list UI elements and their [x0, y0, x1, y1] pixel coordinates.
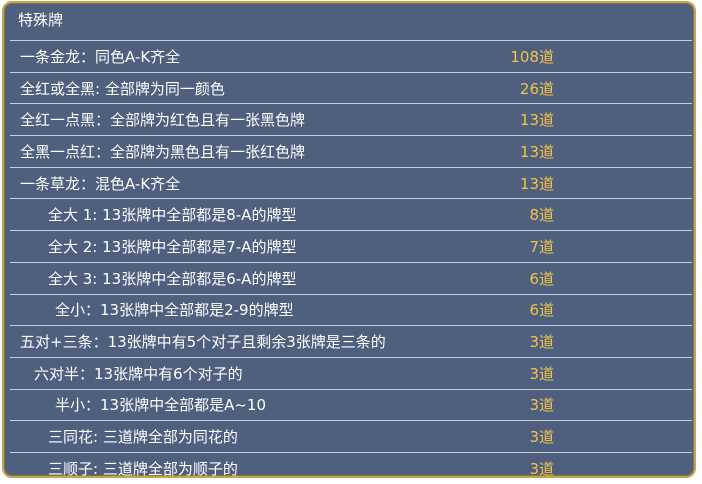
hand-value: 3道: [529, 396, 554, 415]
hand-value: 6道: [529, 269, 554, 288]
hand-value: 3道: [529, 364, 554, 383]
hand-description: 全红或全黑: 全部牌为同一颜色: [20, 79, 225, 98]
hand-description: 三顺子: 三道牌全部为顺子的: [48, 459, 238, 478]
hand-value: 13道: [519, 111, 554, 130]
list-item: 一条草龙：混色A-K齐全 13道: [10, 166, 692, 199]
list-item: 六对半：13张牌中有6个对子的 3道: [10, 356, 692, 389]
list-item: 全大 3: 13张牌中全部都是6-A的牌型 6道: [10, 261, 692, 294]
hand-value: 108道: [510, 47, 554, 66]
hand-value: 26道: [519, 79, 554, 98]
hand-value: 3道: [529, 459, 554, 478]
hand-description: 全黑一点红：全部牌为黑色且有一张红色牌: [20, 142, 306, 161]
hand-description: 全大 2: 13张牌中全部都是7-A的牌型: [48, 237, 297, 256]
list-item: 半小：13张牌中全部都是A~10 3道: [10, 388, 692, 421]
hand-description: 一条草龙：混色A-K齐全: [20, 174, 181, 193]
hand-description: 半小：13张牌中全部都是A~10: [55, 396, 267, 415]
list-item: 全大 2: 13张牌中全部都是7-A的牌型 7道: [10, 230, 692, 262]
hand-description: 全大 1: 13张牌中全部都是8-A的牌型: [48, 206, 297, 225]
hand-value: 3道: [529, 333, 554, 352]
list-item: 全黑一点红：全部牌为黑色且有一张红色牌 13道: [10, 135, 692, 167]
hand-description: 全小：13张牌中全部都是2-9的牌型: [55, 301, 294, 320]
special-hands-panel: 特殊牌 一条金龙：同色A-K齐全 108道 全红或全黑: 全部牌为同一颜色 26…: [2, 1, 696, 478]
hand-description: 全红一点黑：全部牌为红色且有一张黑色牌: [20, 111, 306, 130]
hand-description: 全大 3: 13张牌中全部都是6-A的牌型: [48, 269, 297, 288]
hand-description: 一条金龙：同色A-K齐全: [20, 47, 181, 66]
list-item: 全小：13张牌中全部都是2-9的牌型 6道: [10, 293, 692, 326]
hand-value: 13道: [519, 142, 554, 161]
list-item: 全红一点黑：全部牌为红色且有一张黑色牌 13道: [10, 103, 692, 135]
special-hands-list: 一条金龙：同色A-K齐全 108道 全红或全黑: 全部牌为同一颜色 26道 全红…: [10, 40, 692, 484]
hand-description: 三同花: 三道牌全部为同花的: [48, 428, 238, 447]
panel-title: 特殊牌: [18, 11, 64, 29]
hand-value: 8道: [529, 206, 554, 225]
hand-value: 6道: [529, 301, 554, 320]
list-item: 三顺子: 三道牌全部为顺子的 3道: [10, 451, 692, 484]
hand-value: 7道: [529, 237, 554, 256]
list-item: 三同花: 三道牌全部为同花的 3道: [10, 420, 692, 452]
hand-value: 13道: [519, 174, 554, 193]
list-item: 全红或全黑: 全部牌为同一颜色 26道: [10, 71, 692, 104]
list-item: 一条金龙：同色A-K齐全 108道: [10, 40, 692, 72]
list-item: 全大 1: 13张牌中全部都是8-A的牌型 8道: [10, 198, 692, 230]
hand-value: 3道: [529, 428, 554, 447]
list-item: 五对+三条：13张牌中有5个对子且剩余3张牌是三条的 3道: [10, 325, 692, 357]
hand-description: 六对半：13张牌中有6个对子的: [34, 364, 243, 383]
hand-description: 五对+三条：13张牌中有5个对子且剩余3张牌是三条的: [20, 333, 386, 352]
